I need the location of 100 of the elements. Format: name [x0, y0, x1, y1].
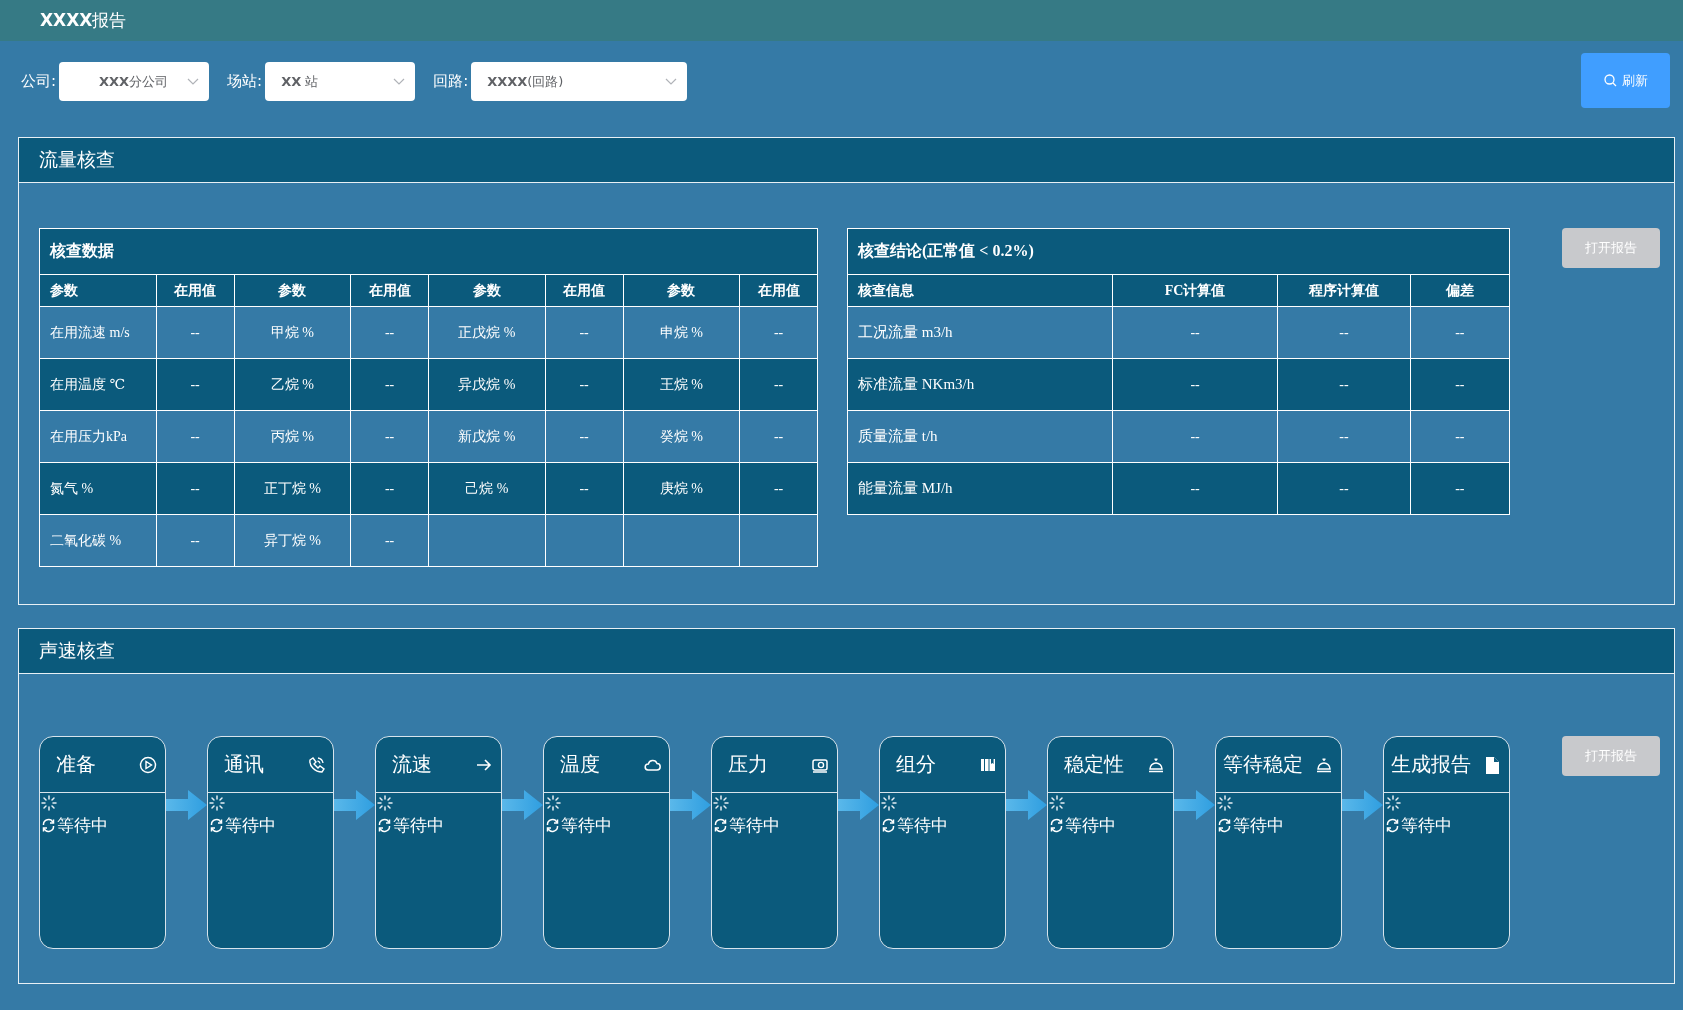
table-cell: -- — [156, 358, 234, 411]
table-cell: -- — [545, 462, 623, 515]
table-cell: -- — [1112, 358, 1278, 411]
search-icon — [1603, 74, 1617, 87]
table-cell: -- — [156, 410, 234, 463]
column-header: 偏差 — [1410, 274, 1510, 307]
loading-icon — [1049, 795, 1065, 811]
table-cell: 异丁烷 % — [234, 514, 351, 567]
table-cell: -- — [1112, 462, 1278, 515]
table-cell: -- — [350, 410, 429, 463]
column-header: 参数 — [428, 274, 546, 307]
arrow-icon — [1342, 790, 1383, 820]
phone-icon — [307, 755, 325, 774]
table-cell: -- — [545, 358, 623, 411]
arrow-icon — [502, 790, 543, 820]
page-title: XXXX报告 — [40, 9, 127, 32]
arrow-icon — [1006, 790, 1047, 820]
step-title: 通讯 — [224, 751, 264, 778]
panel-title: 声速核查 — [39, 638, 115, 663]
column-header: 程序计算值 — [1277, 274, 1411, 307]
loading-icon — [713, 795, 729, 811]
step-title: 压力 — [728, 751, 768, 778]
table-cell: -- — [350, 514, 429, 567]
table-cell: -- — [1277, 462, 1411, 515]
table-cell: -- — [156, 462, 234, 515]
arrow-icon — [1174, 790, 1215, 820]
loading-icon — [1385, 795, 1401, 811]
table-cell: 在用压力kPa — [39, 410, 157, 463]
table-cell: 乙烷 % — [234, 358, 351, 411]
table-cell: -- — [156, 514, 234, 567]
refresh-icon — [41, 818, 56, 833]
bell-icon — [1147, 755, 1165, 774]
refresh-icon — [545, 818, 560, 833]
status-text: 等待中 — [225, 814, 276, 837]
table-title: 核查结论(正常值 < 0.2%) — [847, 228, 1510, 275]
loading-icon — [1217, 795, 1233, 811]
refresh-icon — [209, 818, 224, 833]
status-text: 等待中 — [1401, 814, 1452, 837]
play-circle-icon — [139, 755, 157, 774]
table-cell: 丙烷 % — [234, 410, 351, 463]
column-header: 在用值 — [545, 274, 623, 307]
column-header: 参数 — [39, 274, 157, 307]
refresh-icon — [881, 818, 896, 833]
table-cell: -- — [1410, 462, 1510, 515]
table-cell: -- — [350, 462, 429, 515]
arrow-icon — [670, 790, 711, 820]
select-field[interactable]: XXXX(回路) — [471, 62, 688, 101]
chevron-down-icon — [187, 77, 200, 86]
column-header: 核查信息 — [847, 274, 1113, 307]
select-field[interactable]: XX 站 — [265, 62, 416, 101]
chevron-down-icon — [393, 77, 406, 86]
table-cell: -- — [1410, 410, 1510, 463]
status-text: 等待中 — [561, 814, 612, 837]
table-cell: -- — [1277, 410, 1411, 463]
loading-icon — [41, 795, 57, 811]
chevron-down-icon — [665, 77, 678, 86]
table-cell: 正丁烷 % — [234, 462, 351, 515]
refresh-icon — [713, 818, 728, 833]
loading-icon — [881, 795, 897, 811]
table-cell: -- — [739, 358, 818, 411]
table-cell: -- — [739, 306, 818, 359]
table-cell: -- — [545, 410, 623, 463]
table-cell: 工况流量 m3/h — [847, 306, 1113, 359]
refresh-icon — [1385, 818, 1400, 833]
select-field[interactable]: XXX分公司 — [59, 62, 210, 101]
table-cell: -- — [1112, 306, 1278, 359]
table-title: 核查数据 — [39, 228, 818, 275]
refresh-icon — [1049, 818, 1064, 833]
status-text: 等待中 — [729, 814, 780, 837]
table-cell: 在用温度 ℃ — [39, 358, 157, 411]
table-cell: -- — [1277, 358, 1411, 411]
column-header: 在用值 — [739, 274, 818, 307]
table-cell: 甲烷 % — [234, 306, 351, 359]
loading-icon — [377, 795, 393, 811]
step-title: 生成报告 — [1391, 751, 1471, 778]
status-text: 等待中 — [1233, 814, 1284, 837]
step-title: 流速 — [392, 751, 432, 778]
step-title: 温度 — [560, 751, 600, 778]
step-title: 稳定性 — [1064, 751, 1124, 778]
step-title: 准备 — [56, 751, 96, 778]
status-text: 等待中 — [393, 814, 444, 837]
table-cell: -- — [1410, 358, 1510, 411]
table-cell: 二氧化碳 % — [39, 514, 157, 567]
column-header: 参数 — [623, 274, 740, 307]
status-text: 等待中 — [57, 814, 108, 837]
column-header: 在用值 — [350, 274, 429, 307]
table-cell: -- — [739, 410, 818, 463]
filter-label: 场站: — [227, 72, 263, 91]
refresh-icon — [377, 818, 392, 833]
table-cell: 在用流速 m/s — [39, 306, 157, 359]
table-cell: 正戊烷 % — [428, 306, 546, 359]
table-cell: 氮气 % — [39, 462, 157, 515]
table-cell: 标准流量 NKm3/h — [847, 358, 1113, 411]
table-cell: -- — [350, 306, 429, 359]
filter-label: 回路: — [433, 72, 469, 91]
table-cell: 质量流量 t/h — [847, 410, 1113, 463]
table-cell: -- — [350, 358, 429, 411]
column-header: 在用值 — [156, 274, 234, 307]
column-header: 参数 — [234, 274, 351, 307]
column-header: FC计算值 — [1112, 274, 1278, 307]
